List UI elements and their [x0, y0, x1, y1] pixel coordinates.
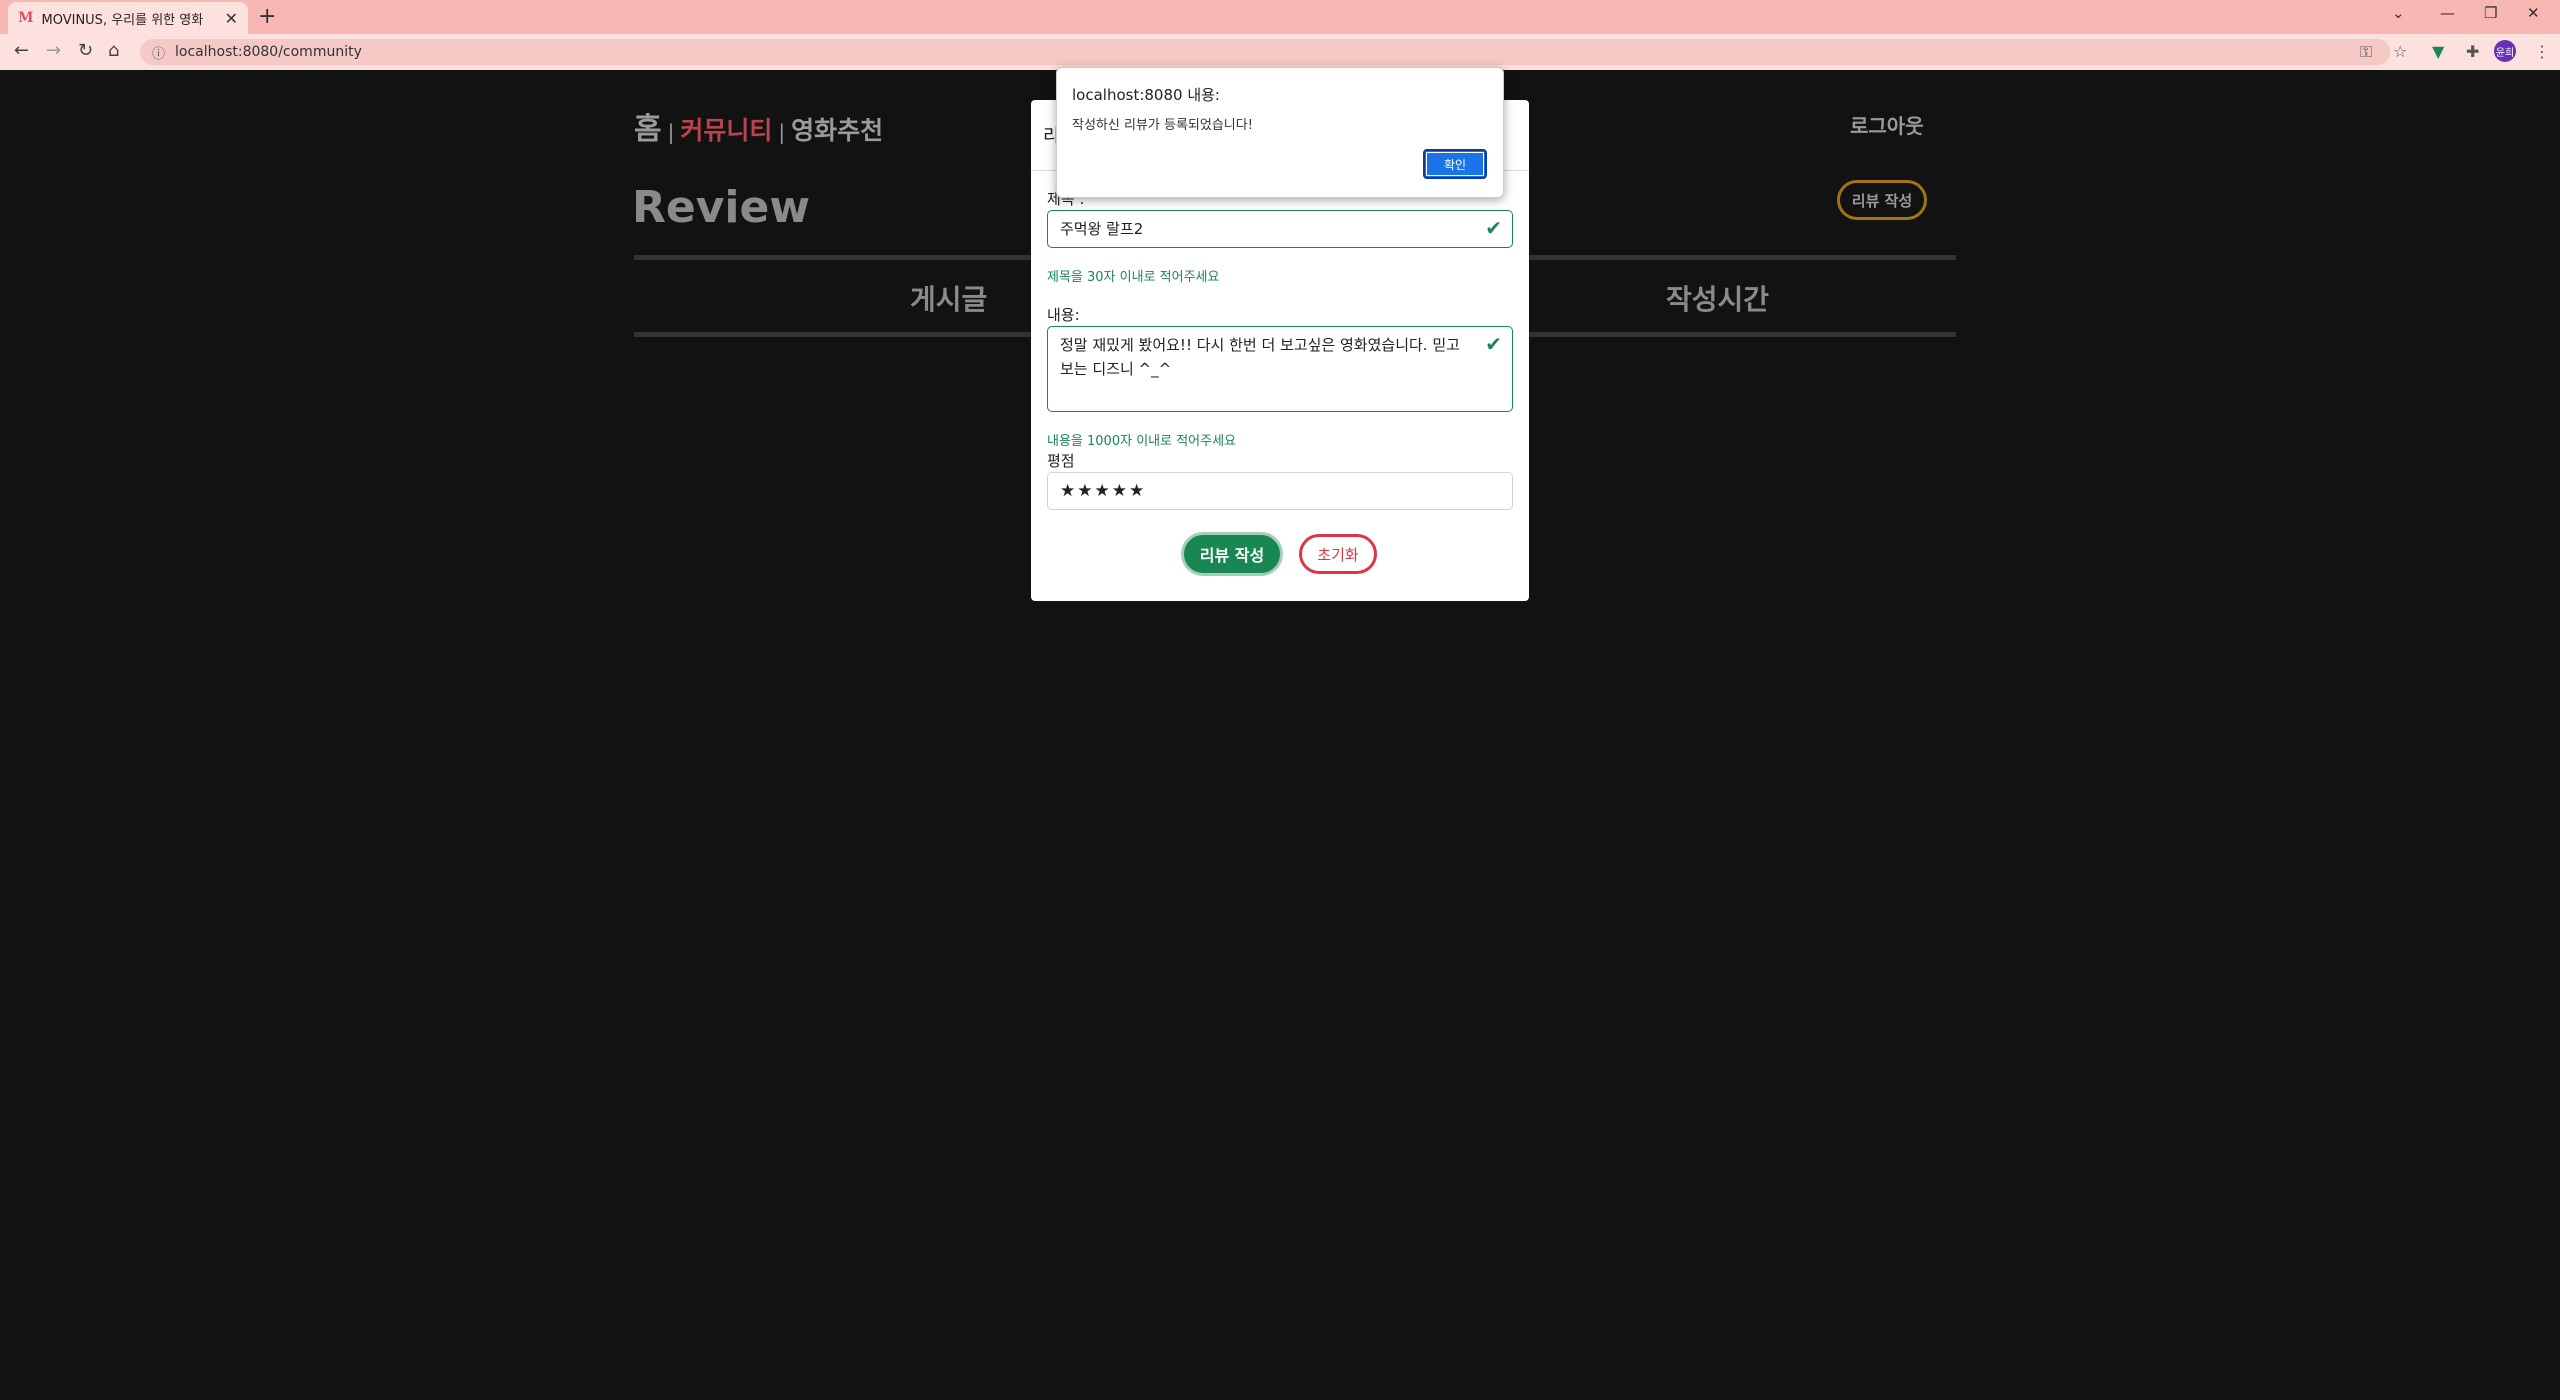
content-hint: 내용을 1000자 이내로 적어주세요 [1047, 434, 1237, 449]
nav-home-link[interactable]: 홈 [634, 104, 662, 148]
nav-separator: | [667, 120, 675, 144]
tab-title: MOVINUS, 우리를 위한 영화 [41, 12, 204, 28]
valid-check-icon: ✔ [1485, 216, 1502, 240]
bookmark-star-icon[interactable]: ☆ [2393, 42, 2407, 61]
alert-ok-button[interactable]: 확인 [1423, 149, 1487, 179]
url-text: localhost:8080/community [175, 44, 362, 60]
valid-check-icon: ✔ [1485, 332, 1502, 356]
minimize-icon[interactable]: — [2440, 4, 2455, 22]
browser-toolbar: ← → ↻ ⌂ ⓘ localhost:8080/community ⚿ ☆ ▼… [0, 34, 2560, 70]
alert-message: 작성하신 리뷰가 등록되었습니다! [1072, 118, 1253, 133]
restore-icon[interactable]: ❐ [2484, 4, 2497, 22]
page-title: Review [632, 182, 810, 233]
reset-button[interactable]: 초기화 [1299, 534, 1377, 574]
forward-icon[interactable]: → [46, 40, 61, 61]
content-textarea-value: 정말 재밌게 봤어요!! 다시 한번 더 보고싶은 영화였습니다. 믿고보는 디… [1060, 336, 1460, 378]
nav-community-link[interactable]: 커뮤니티 [680, 111, 772, 147]
tab-search-icon[interactable]: ⌄ [2392, 4, 2405, 22]
tab-close-icon[interactable]: ✕ [225, 9, 238, 28]
favicon-icon: M [18, 10, 34, 26]
nav-separator: | [778, 120, 786, 144]
site-info-icon[interactable]: ⓘ [152, 43, 165, 62]
alert-title: localhost:8080 내용: [1072, 86, 1220, 104]
extensions-icon[interactable]: ✚ [2466, 42, 2479, 61]
title-input-value: 주먹왕 랄프2 [1060, 220, 1144, 238]
back-icon[interactable]: ← [14, 40, 29, 61]
logout-link[interactable]: 로그아웃 [1850, 110, 1924, 139]
close-window-icon[interactable]: ✕ [2527, 4, 2540, 22]
home-icon[interactable]: ⌂ [108, 40, 119, 61]
alert-dialog: localhost:8080 내용: 작성하신 리뷰가 등록되었습니다! 확인 [1056, 67, 1504, 198]
profile-avatar[interactable]: 윤희 [2494, 40, 2516, 62]
address-bar[interactable]: ⓘ localhost:8080/community [140, 39, 2390, 65]
column-header-time: 작성시간 [1666, 283, 1770, 316]
vue-devtools-icon[interactable]: ▼ [2432, 42, 2444, 61]
write-review-button[interactable]: 리뷰 작성 [1837, 180, 1927, 220]
content-textarea[interactable]: 정말 재밌게 봤어요!! 다시 한번 더 보고싶은 영화였습니다. 믿고보는 디… [1047, 326, 1513, 412]
key-icon[interactable]: ⚿ [2360, 42, 2372, 62]
nav-recommend-link[interactable]: 영화추천 [791, 111, 883, 147]
title-hint: 제목을 30자 이내로 적어주세요 [1047, 270, 1220, 285]
column-header-post: 게시글 [910, 283, 988, 316]
rating-label: 평점 [1047, 452, 1075, 470]
content-label: 내용: [1047, 306, 1080, 324]
menu-icon[interactable]: ⋮ [2534, 42, 2550, 61]
new-tab-icon[interactable]: + [258, 4, 276, 29]
main-nav: 홈 | 커뮤니티 | 영화추천 [634, 104, 883, 148]
submit-review-button[interactable]: 리뷰 작성 [1181, 532, 1283, 576]
title-input[interactable]: 주먹왕 랄프2 ✔ [1047, 210, 1513, 248]
reload-icon[interactable]: ↻ [78, 40, 93, 61]
rating-select[interactable]: ★★★★★ [1047, 472, 1513, 510]
browser-tab-bar: M MOVINUS, 우리를 위한 영화 ✕ + ⌄ — ❐ ✕ [0, 0, 2560, 34]
browser-tab[interactable]: M MOVINUS, 우리를 위한 영화 ✕ [8, 2, 248, 34]
